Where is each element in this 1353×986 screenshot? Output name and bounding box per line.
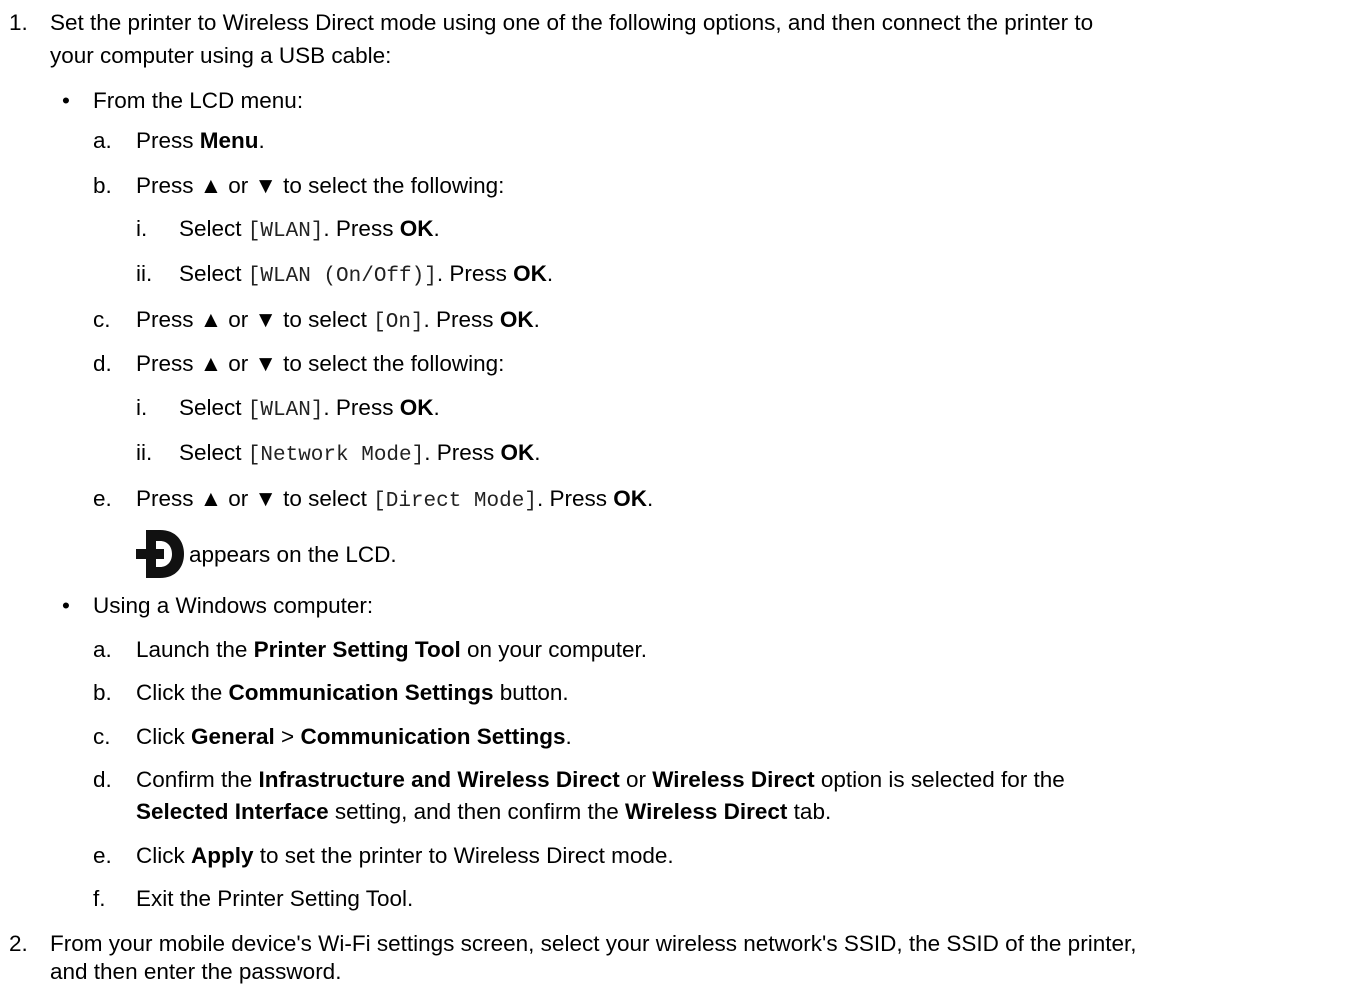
step-1-text-line2: your computer using a USB cable: bbox=[50, 43, 392, 68]
list-marker: e. bbox=[93, 843, 112, 868]
list-marker: c. bbox=[93, 724, 111, 749]
step-2-text-line2: and then enter the password. bbox=[50, 959, 342, 984]
list-item: Press ▲ or ▼ to select the following: bbox=[136, 351, 505, 376]
lcd-heading: From the LCD menu: bbox=[93, 88, 304, 113]
list-marker: c. bbox=[93, 307, 111, 332]
list-marker: e. bbox=[93, 486, 112, 511]
list-marker: b. bbox=[93, 173, 112, 198]
list-marker: ii. bbox=[136, 440, 153, 465]
step-1-number: 1. bbox=[9, 10, 28, 35]
icon-note: appears on the LCD. bbox=[189, 542, 397, 567]
list-marker: i. bbox=[136, 216, 148, 241]
list-marker: i. bbox=[136, 395, 148, 420]
list-item: Exit the Printer Setting Tool. bbox=[136, 886, 414, 911]
list-item: Press ▲ or ▼ to select [On]. Press OK. bbox=[136, 307, 540, 334]
list-item: Click the Communication Settings button. bbox=[136, 680, 569, 705]
list-item-continued: Selected Interface setting, and then con… bbox=[136, 799, 832, 824]
list-marker: a. bbox=[93, 637, 112, 662]
list-item: Press Menu. bbox=[136, 128, 265, 153]
list-item: Click Apply to set the printer to Wirele… bbox=[136, 843, 674, 868]
step-2-number: 2. bbox=[9, 931, 28, 956]
list-marker: b. bbox=[93, 680, 112, 705]
list-marker: a. bbox=[93, 128, 112, 153]
list-item: Select [WLAN]. Press OK. bbox=[179, 395, 440, 422]
bullet: • bbox=[62, 88, 70, 113]
list-marker: f. bbox=[93, 886, 106, 911]
list-item: Press ▲ or ▼ to select [Direct Mode]. Pr… bbox=[136, 486, 654, 513]
list-item: Press ▲ or ▼ to select the following: bbox=[136, 173, 505, 198]
list-marker: d. bbox=[93, 351, 112, 376]
wireless-direct-mode-icon bbox=[136, 530, 184, 578]
step-1-text-line1: Set the printer to Wireless Direct mode … bbox=[50, 10, 1094, 35]
list-marker: d. bbox=[93, 767, 112, 792]
list-item: Select [WLAN]. Press OK. bbox=[179, 216, 440, 243]
list-item: Launch the Printer Setting Tool on your … bbox=[136, 637, 648, 662]
document-page: { "step1": { "num": "1.", "line1": "Set … bbox=[0, 0, 1353, 985]
windows-heading: Using a Windows computer: bbox=[93, 593, 374, 618]
list-marker: ii. bbox=[136, 261, 153, 286]
list-item: Confirm the Infrastructure and Wireless … bbox=[136, 767, 1065, 792]
bullet: • bbox=[62, 593, 70, 618]
list-item: Select [WLAN (On/Off)]. Press OK. bbox=[179, 261, 554, 288]
list-item: Click General > Communication Settings. bbox=[136, 724, 572, 749]
step-2-text-line1: From your mobile device's Wi-Fi settings… bbox=[50, 931, 1137, 956]
list-item: Select [Network Mode]. Press OK. bbox=[179, 440, 541, 467]
